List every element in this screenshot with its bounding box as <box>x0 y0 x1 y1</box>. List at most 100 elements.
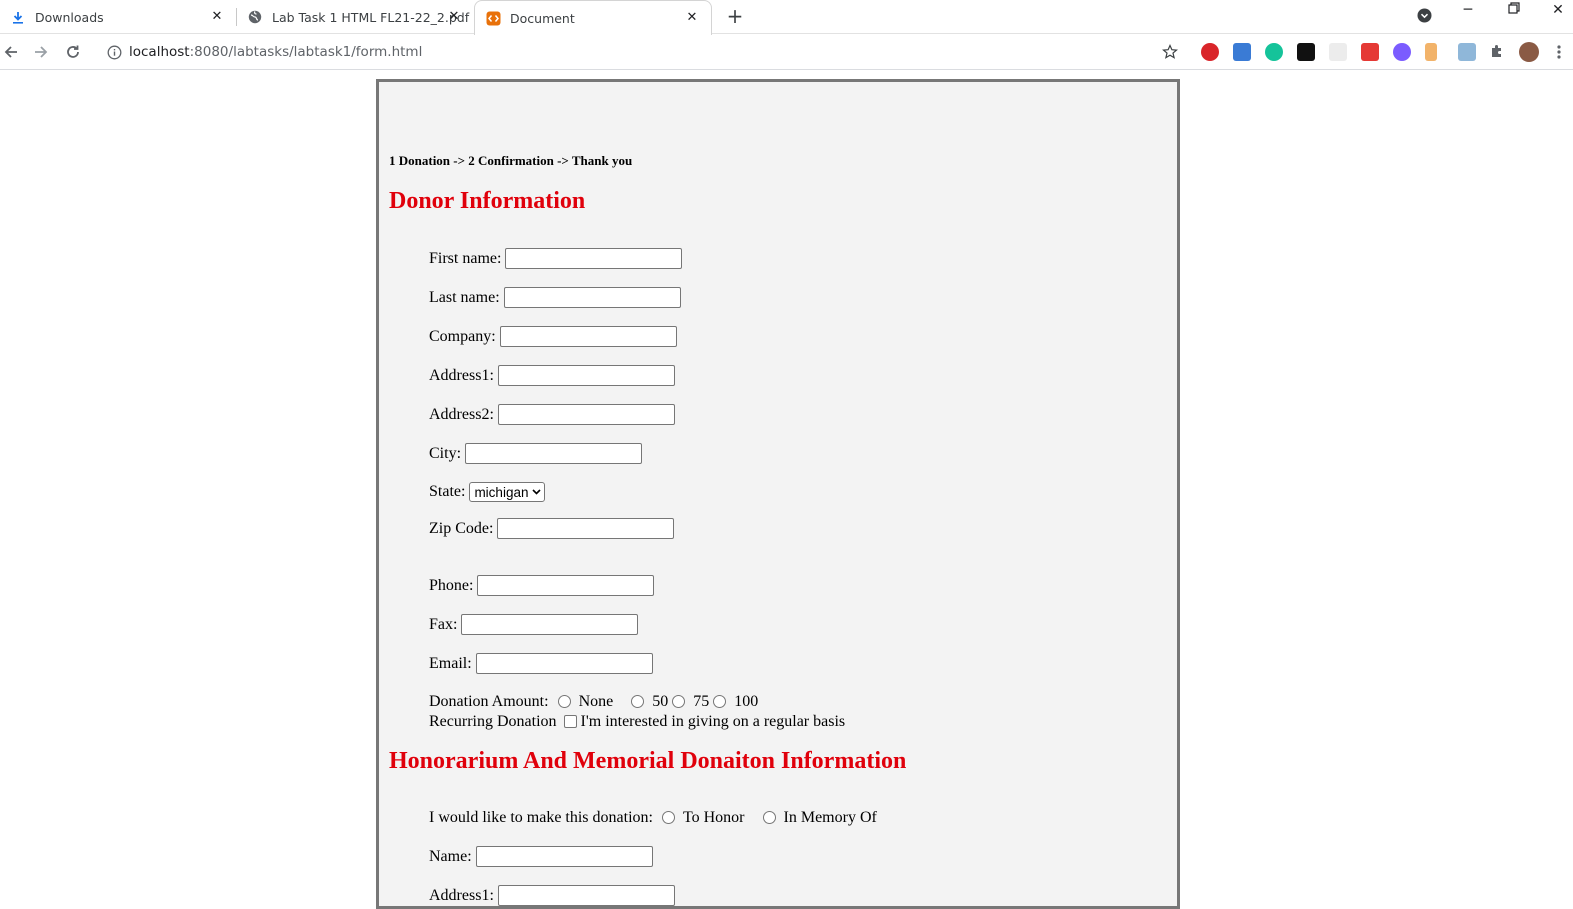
city-input[interactable] <box>465 443 643 464</box>
honor-option-label: To Honor <box>682 809 745 826</box>
state-label: State: <box>429 483 466 500</box>
menu-kebab-icon[interactable] <box>1552 41 1566 63</box>
bookmark-star-icon[interactable] <box>1159 41 1181 63</box>
fax-label: Fax: <box>429 615 458 633</box>
first-name-input[interactable] <box>505 248 683 269</box>
recurring-donation-checkbox[interactable] <box>563 714 577 728</box>
tab-lab-task-pdf[interactable]: Lab Task 1 HTML FL21-22_2.pdf ✕ <box>237 0 473 34</box>
donation-form: 1 Donation -> 2 Confirmation -> Thank yo… <box>376 79 1180 909</box>
state-selected-value: michigan <box>474 484 529 500</box>
new-tab-button[interactable]: + <box>724 5 746 27</box>
tab-search-icon[interactable] <box>1414 8 1434 27</box>
honor-name-label: Name: <box>429 847 472 865</box>
profile-avatar[interactable] <box>1519 42 1539 62</box>
download-icon <box>10 9 26 25</box>
last-name-input[interactable] <box>503 287 681 308</box>
zip-row: Zip Code: <box>429 518 675 539</box>
opera-extension-icon[interactable] <box>1201 43 1219 61</box>
recurring-donation-text: I'm interested in giving on a regular ba… <box>580 713 846 730</box>
address2-input[interactable] <box>497 404 675 425</box>
honor-option-label: In Memory Of <box>783 809 877 826</box>
tab-title: Lab Task 1 HTML FL21-22_2.pdf <box>272 9 470 25</box>
phone-input[interactable] <box>477 575 655 596</box>
donation-amount-label: Donation Amount: <box>429 693 549 710</box>
city-row: City: <box>429 443 643 464</box>
honor-address1-input[interactable] <box>497 885 675 906</box>
fax-input[interactable] <box>461 614 639 635</box>
brush-extension-icon[interactable] <box>1425 43 1437 61</box>
tab-strip: Downloads ✕ Lab Task 1 HTML FL21-22_2.pd… <box>0 0 1573 35</box>
grammarly-extension-icon[interactable] <box>1265 43 1283 61</box>
phone-row: Phone: <box>429 575 655 596</box>
company-input[interactable] <box>499 326 677 347</box>
address2-row: Address2: <box>429 404 675 425</box>
minimize-icon[interactable]: ─ <box>1458 2 1478 18</box>
make-donation-label: I would like to make this donation: <box>429 809 653 826</box>
address1-label: Address1: <box>429 366 494 384</box>
recurring-donation-label: Recurring Donation <box>429 713 557 730</box>
restore-icon[interactable] <box>1504 2 1524 18</box>
email-row: Email: <box>429 653 653 674</box>
honorarium-heading: Honorarium And Memorial Donaiton Informa… <box>389 748 907 774</box>
url-host: localhost <box>129 44 190 60</box>
site-info-icon[interactable] <box>103 41 125 63</box>
to-honor-radio[interactable] <box>661 810 675 824</box>
url-path: :8080/labtasks/labtask1/form.html <box>189 44 423 60</box>
address2-label: Address2: <box>429 405 494 423</box>
donation-none-radio[interactable] <box>557 694 571 708</box>
donation-75-radio[interactable] <box>672 694 686 708</box>
back-arrow-icon[interactable] <box>0 41 22 63</box>
fax-row: Fax: <box>429 614 639 635</box>
url-bar[interactable]: localhost:8080/labtasks/labtask1/form.ht… <box>129 44 422 60</box>
donation-option-label: 75 <box>693 693 710 710</box>
donation-option-label: 100 <box>734 693 759 710</box>
company-label: Company: <box>429 327 496 345</box>
donation-50-radio[interactable] <box>631 694 645 708</box>
donation-option-label: None <box>578 693 614 710</box>
progress-steps: 1 Donation -> 2 Confirmation -> Thank yo… <box>389 153 633 168</box>
donation-100-radio[interactable] <box>713 694 727 708</box>
honor-name-row: Name: <box>429 846 653 867</box>
tab-downloads[interactable]: Downloads ✕ <box>0 0 236 34</box>
html-file-icon <box>485 10 501 26</box>
video-extension-icon[interactable] <box>1361 43 1379 61</box>
first-name-label: First name: <box>429 249 502 267</box>
donor-information-heading: Donor Information <box>389 188 586 214</box>
extensions-puzzle-icon[interactable] <box>1486 41 1508 63</box>
close-tab-icon[interactable]: ✕ <box>447 10 461 24</box>
phone-label: Phone: <box>429 576 474 594</box>
state-row: State: michigan <box>429 482 546 502</box>
reload-icon[interactable] <box>62 41 84 63</box>
chevron-down-icon <box>532 489 542 495</box>
email-input[interactable] <box>475 653 653 674</box>
address-toolbar: localhost:8080/labtasks/labtask1/form.ht… <box>0 34 1573 70</box>
email-label: Email: <box>429 654 472 672</box>
state-select[interactable]: michigan <box>469 482 546 502</box>
city-label: City: <box>429 444 462 462</box>
zip-label: Zip Code: <box>429 519 494 537</box>
color-extension-icon[interactable] <box>1393 43 1411 61</box>
last-name-label: Last name: <box>429 288 500 306</box>
pen-extension-icon[interactable] <box>1458 43 1476 61</box>
address1-row: Address1: <box>429 365 675 386</box>
drive-extension-icon[interactable] <box>1233 43 1251 61</box>
tab-title: Downloads <box>35 9 104 25</box>
donation-option-label: 50 <box>652 693 669 710</box>
blank-extension-icon[interactable] <box>1329 43 1347 61</box>
tab-document[interactable]: Document ✕ <box>474 0 712 35</box>
zip-input[interactable] <box>497 518 675 539</box>
company-row: Company: <box>429 326 677 347</box>
recurring-donation-row: Recurring Donation I'm interested in giv… <box>429 713 845 731</box>
first-name-row: First name: <box>429 248 683 269</box>
close-tab-icon[interactable]: ✕ <box>685 11 699 25</box>
make-donation-row: I would like to make this donation: To H… <box>429 809 877 827</box>
play-extension-icon[interactable] <box>1297 43 1315 61</box>
honor-name-input[interactable] <box>475 846 653 867</box>
in-memory-of-radio[interactable] <box>762 810 776 824</box>
address1-input[interactable] <box>497 365 675 386</box>
close-window-icon[interactable]: ✕ <box>1548 2 1568 18</box>
forward-arrow-icon[interactable] <box>30 41 52 63</box>
tab-title: Document <box>510 10 575 26</box>
close-tab-icon[interactable]: ✕ <box>210 10 224 24</box>
honor-address1-row: Address1: <box>429 885 675 906</box>
